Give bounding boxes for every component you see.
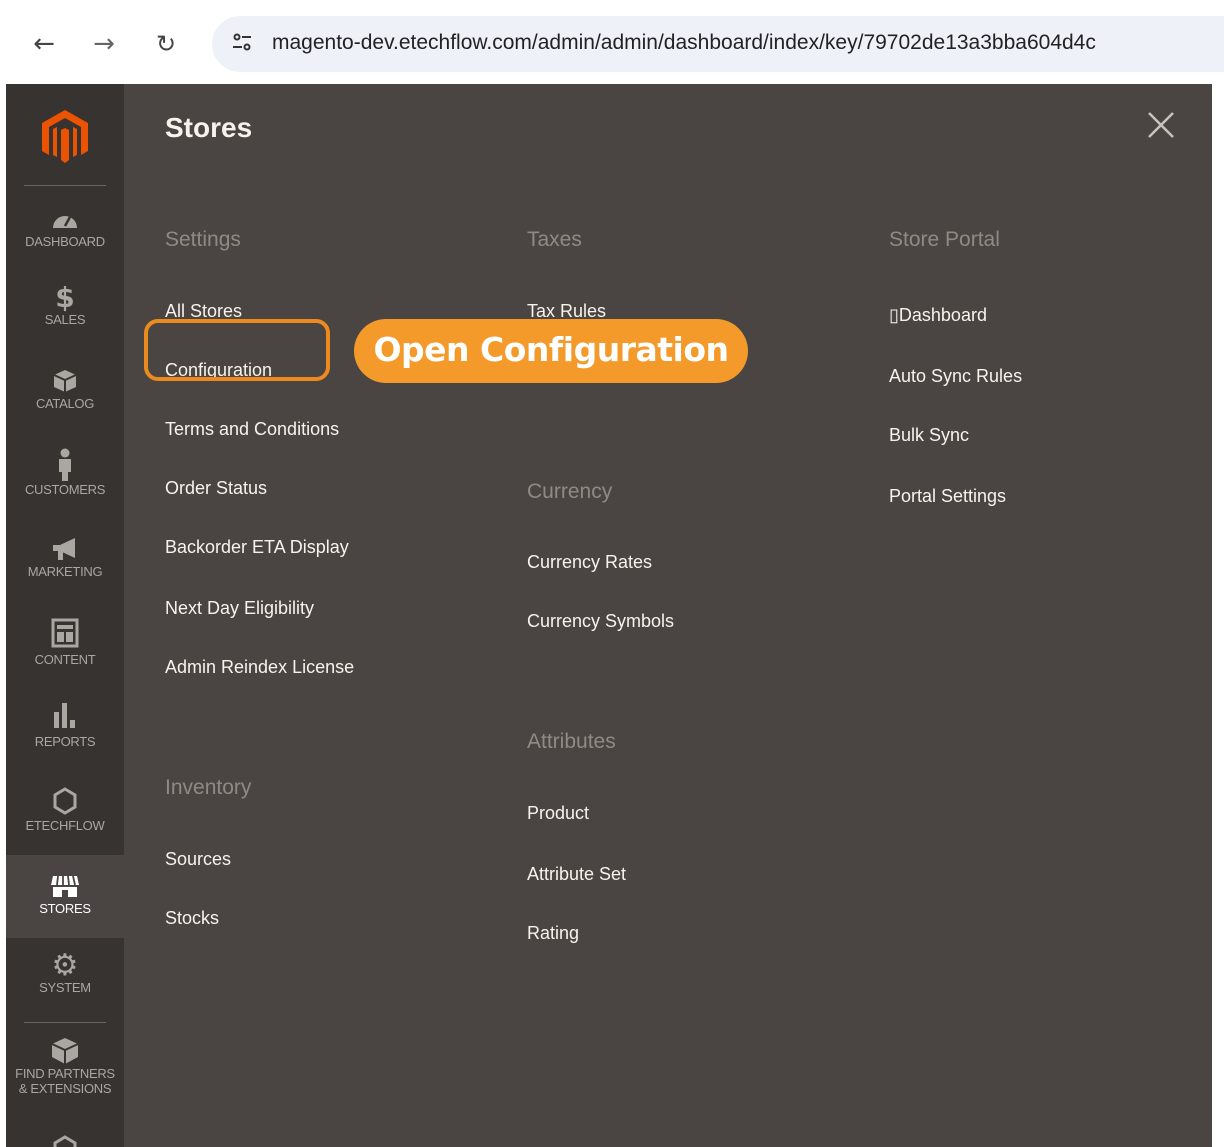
- browser-toolbar: ← → ↻ magento-dev.etechflow.com/admin/ad…: [0, 0, 1224, 84]
- menu-link-backorder-eta-display[interactable]: Backorder ETA Display: [165, 537, 349, 558]
- menu-link-bulk-sync[interactable]: Bulk Sync: [889, 425, 969, 446]
- section-heading-inventory: Inventory: [165, 776, 252, 799]
- section-heading-settings: Settings: [165, 228, 241, 251]
- sidebar-item-more[interactable]: [6, 1134, 124, 1147]
- section-heading-currency: Currency: [527, 480, 613, 503]
- menu-link-auto-sync-rules[interactable]: Auto Sync Rules: [889, 366, 1022, 387]
- stores-menu-panel: Stores Settings All Stores Configuration…: [124, 84, 1212, 1147]
- bar-chart-icon: [6, 700, 124, 734]
- configuration-highlight: [144, 319, 330, 381]
- sidebar-item-stores[interactable]: STORES: [6, 855, 124, 938]
- sidebar-item-dashboard[interactable]: DASHBOARD: [6, 206, 124, 266]
- sidebar-item-find-partners[interactable]: FIND PARTNERS & EXTENSIONS: [6, 1036, 124, 1110]
- back-arrow-icon[interactable]: ←: [26, 26, 62, 62]
- menu-link-product[interactable]: Product: [527, 803, 589, 824]
- sidebar-item-etechflow[interactable]: ETECHFLOW: [6, 786, 124, 846]
- sidebar-item-catalog[interactable]: CATALOG: [6, 368, 124, 428]
- menu-link-terms-and-conditions[interactable]: Terms and Conditions: [165, 419, 339, 440]
- magento-logo-icon[interactable]: [32, 106, 98, 166]
- address-bar[interactable]: magento-dev.etechflow.com/admin/admin/da…: [212, 16, 1224, 72]
- reload-icon[interactable]: ↻: [148, 26, 184, 62]
- admin-sidebar: DASHBOARD $ SALES CATALOG CUSTOMERS MARK…: [6, 84, 124, 1147]
- section-heading-store-portal: Store Portal: [889, 228, 1000, 251]
- menu-link-currency-symbols[interactable]: Currency Symbols: [527, 611, 674, 632]
- menu-link-currency-rates[interactable]: Currency Rates: [527, 552, 652, 573]
- section-heading-taxes: Taxes: [527, 228, 582, 251]
- section-heading-attributes: Attributes: [527, 730, 616, 753]
- menu-link-rating[interactable]: Rating: [527, 923, 579, 944]
- megaphone-icon: [6, 536, 124, 564]
- menu-link-stocks[interactable]: Stocks: [165, 908, 219, 929]
- site-settings-icon[interactable]: [228, 30, 256, 58]
- storefront-icon: [6, 873, 124, 901]
- close-icon[interactable]: [1144, 108, 1178, 142]
- open-configuration-callout: Open Configuration: [354, 319, 748, 383]
- menu-link-next-day-eligibility[interactable]: Next Day Eligibility: [165, 598, 314, 619]
- hexagon-icon: [6, 786, 124, 818]
- url-text[interactable]: magento-dev.etechflow.com/admin/admin/da…: [272, 31, 1222, 55]
- menu-link-portal-dashboard[interactable]: ▯Dashboard: [889, 305, 987, 326]
- sidebar-item-marketing[interactable]: MARKETING: [6, 536, 124, 596]
- sidebar-item-content[interactable]: CONTENT: [6, 618, 124, 678]
- dollar-icon: $: [55, 281, 75, 314]
- dashboard-gauge-icon: [6, 206, 124, 234]
- blocks-icon: [6, 1036, 124, 1066]
- sidebar-item-customers[interactable]: CUSTOMERS: [6, 448, 124, 512]
- menu-link-sources[interactable]: Sources: [165, 849, 231, 870]
- sidebar-divider: [24, 185, 106, 186]
- menu-link-attribute-set[interactable]: Attribute Set: [527, 864, 626, 885]
- menu-link-portal-settings[interactable]: Portal Settings: [889, 486, 1006, 507]
- gear-icon: ⚙: [51, 948, 79, 983]
- layout-icon: [6, 618, 124, 652]
- forward-arrow-icon[interactable]: →: [86, 26, 122, 62]
- sidebar-item-system[interactable]: ⚙ SYSTEM: [6, 948, 124, 1012]
- sidebar-item-reports[interactable]: REPORTS: [6, 700, 124, 760]
- panel-title: Stores: [165, 112, 253, 143]
- sidebar-divider: [24, 1022, 106, 1023]
- box-icon: [6, 368, 124, 396]
- menu-link-order-status[interactable]: Order Status: [165, 478, 267, 499]
- menu-link-admin-reindex-license[interactable]: Admin Reindex License: [165, 657, 354, 678]
- sidebar-item-sales[interactable]: $ SALES: [6, 284, 124, 344]
- person-icon: [6, 448, 124, 482]
- hexagon-icon: [6, 1134, 124, 1147]
